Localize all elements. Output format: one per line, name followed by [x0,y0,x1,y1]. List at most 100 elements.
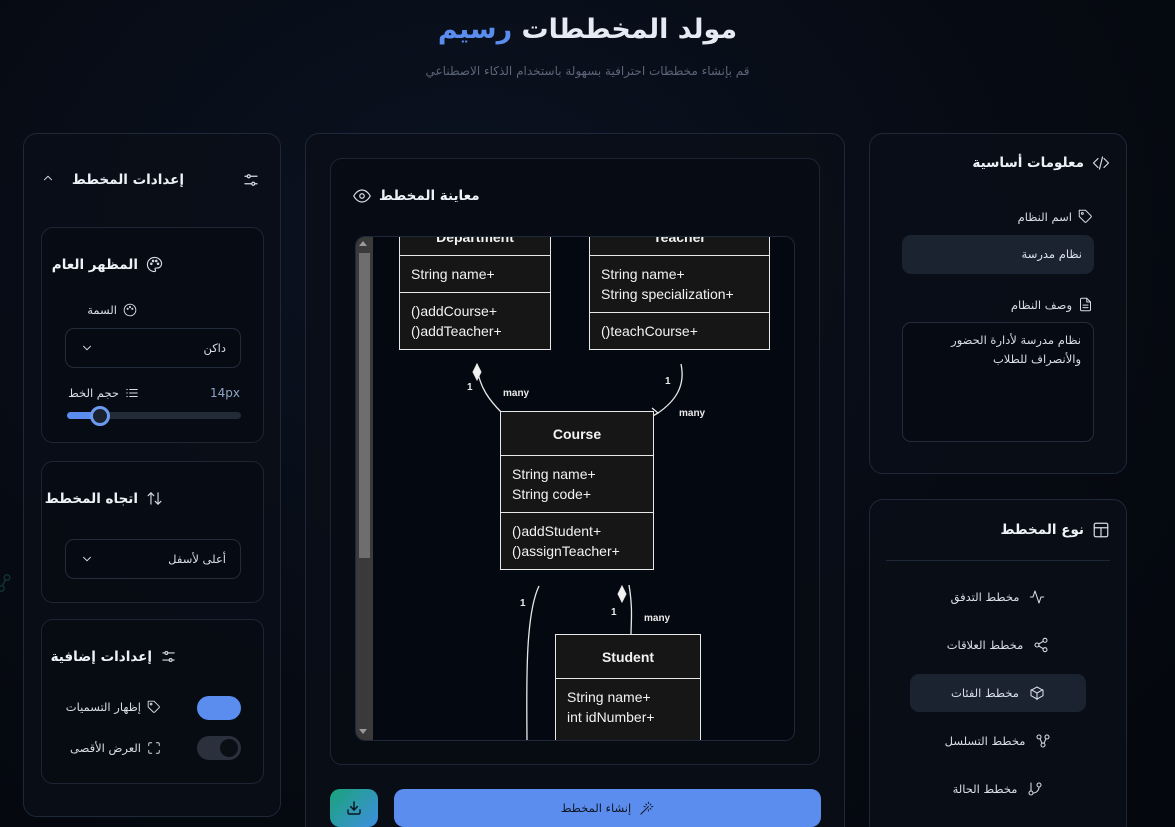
page-subtitle: قم بإنشاء مخططات احترافية بسهولة باستخدا… [425,64,750,78]
download-button[interactable] [330,789,378,827]
chevron-down-icon [80,341,94,355]
method: ()addCourse+ [411,303,497,319]
sliders-icon [242,171,260,189]
multiplicity-label: 1 [520,598,526,609]
theme-value: داكن [203,341,226,355]
palette-icon [123,303,137,317]
diagram-type-flowchart[interactable]: مخطط التدفق [910,578,1086,616]
appearance-header: المظهر العام [52,256,163,273]
attribute: String name+ [411,266,495,282]
code-icon [1092,154,1110,172]
eye-icon [353,187,371,205]
extra-settings-card: إعدادات إضافية إظهار التسميات العرض الأق… [41,619,264,784]
git-branch-icon [1027,781,1043,797]
font-size-label: حجم الخط [68,386,119,400]
basic-info-title: معلومات أساسية [972,155,1084,171]
description-label-row: وصف النظام [1011,297,1093,312]
preview-title: معاينة المخطط [379,188,480,204]
class-teacher[interactable]: Teacher String name+ String specializatio… [589,237,770,350]
fullscreen-toggle[interactable] [197,736,241,760]
font-size-label-row: حجم الخط [68,386,139,400]
diagram-type-state[interactable]: مخطط الحالة [910,770,1086,808]
multiplicity-label: 1 [611,607,617,618]
class-department[interactable]: Department String name+ ()addCourse+ ()ad… [399,237,551,350]
class-attributes: String name+ String specialization+ [590,256,769,313]
diagram-type-label: مخطط التدفق [950,590,1020,604]
settings-title: إعدادات المخطط [71,172,184,188]
class-attributes: String name+ [400,256,550,293]
edge-teacher-course [657,363,683,414]
sliders-icon [160,648,177,665]
direction-header: اتجاه المخطط [45,490,163,507]
description-textarea[interactable]: نظام مدرسة لأدارة الحضور والأنصراف للطلا… [902,322,1094,442]
settings-panel: إعدادات المخطط المظهر العام السمة داكن ح… [23,133,281,817]
cube-icon [1029,685,1045,701]
layout-icon [1092,521,1110,539]
diagram-type-class[interactable]: مخطط الفئات [910,674,1086,712]
class-student[interactable]: Student String name+ int idNumber+ [555,634,701,740]
attribute: String code+ [512,486,591,502]
diagram-type-label: مخطط الفئات [951,686,1019,700]
diagram-type-panel: نوع المخطط مخطط التدفق مخطط العلاقات مخط… [869,499,1127,827]
file-text-icon [1078,297,1093,312]
direction-card: اتجاه المخطط أعلى لأسفل [41,461,264,603]
fullscreen-label: العرض الأقصى [70,741,141,755]
method: ()addTeacher+ [411,323,502,339]
direction-title: اتجاه المخطط [44,490,138,507]
multiplicity-label: many [679,408,706,419]
arrows-up-down-icon [146,490,163,507]
diagram-type-label: مخطط التسلسل [944,734,1026,748]
class-course[interactable]: Course String name+ String code+ ()addStu… [500,411,654,570]
page-title-main: مولد المخططات [521,14,738,45]
diagram-type-title: نوع المخطط [1000,522,1084,538]
extra-settings-title: إعدادات إضافية [50,648,152,665]
chevron-up-icon[interactable] [41,171,55,185]
page-title: مولد المخططات رسيم [0,14,1175,45]
diagram-type-sequence[interactable]: مخطط التسلسل [910,722,1086,760]
generate-diagram-button[interactable]: إنشاء المخطط [394,789,821,827]
multiplicity-label: 1 [665,376,671,387]
system-name-input[interactable]: نظام مدرسة [902,235,1094,274]
diagram-type-er[interactable]: مخطط العلاقات [910,626,1086,664]
multiplicity-label: 1 [467,382,473,393]
decorative-nodes-icon [0,568,18,598]
class-attributes: String name+ int idNumber+ [556,679,700,735]
edge-course-down [526,585,540,740]
attribute: String name+ [601,266,685,282]
fullscreen-row: العرض الأقصى [70,741,161,755]
generate-diagram-label: إنشاء المخطط [560,801,632,815]
show-labels-toggle[interactable] [197,696,241,720]
system-name-label-row: اسم النظام [1018,209,1093,224]
multiplicity-label: many [644,613,671,624]
edge-course-student [628,584,633,637]
class-methods: ()teachCourse+ [590,313,769,349]
tag-icon [147,700,161,714]
settings-header: إعدادات المخطط [72,171,260,189]
diagram-type-header: نوع المخطط [1000,521,1110,539]
attribute: String specialization+ [601,286,734,302]
composition-diamond [617,584,627,604]
class-name: Department [400,237,550,256]
diagram-type-label: مخطط الحالة [952,782,1018,796]
method: ()addStudent+ [512,523,602,539]
diagram-canvas[interactable]: Department String name+ ()addCourse+ ()ad… [355,236,795,741]
chevron-down-icon [80,552,94,566]
attribute: String name+ [512,466,596,482]
direction-select[interactable]: أعلى لأسفل [65,539,241,579]
tag-icon [1078,209,1093,224]
magic-wand-icon [639,801,654,816]
activity-icon [1029,589,1045,605]
palette-icon [146,256,163,273]
theme-label-row: السمة [87,303,137,317]
show-labels-label: إظهار التسميات [65,700,141,714]
theme-select[interactable]: داكن [65,328,241,368]
class-methods: ()addCourse+ ()addTeacher+ [400,293,550,349]
show-labels-row: إظهار التسميات [66,700,161,714]
font-size-slider-thumb[interactable] [90,406,110,426]
page-title-accent: رسيم [437,14,513,45]
description-label: وصف النظام [1010,297,1072,312]
multiplicity-label: many [503,388,530,399]
appearance-title: المظهر العام [51,256,138,273]
class-attributes: String name+ String code+ [501,456,653,513]
maximize-icon [147,741,161,755]
